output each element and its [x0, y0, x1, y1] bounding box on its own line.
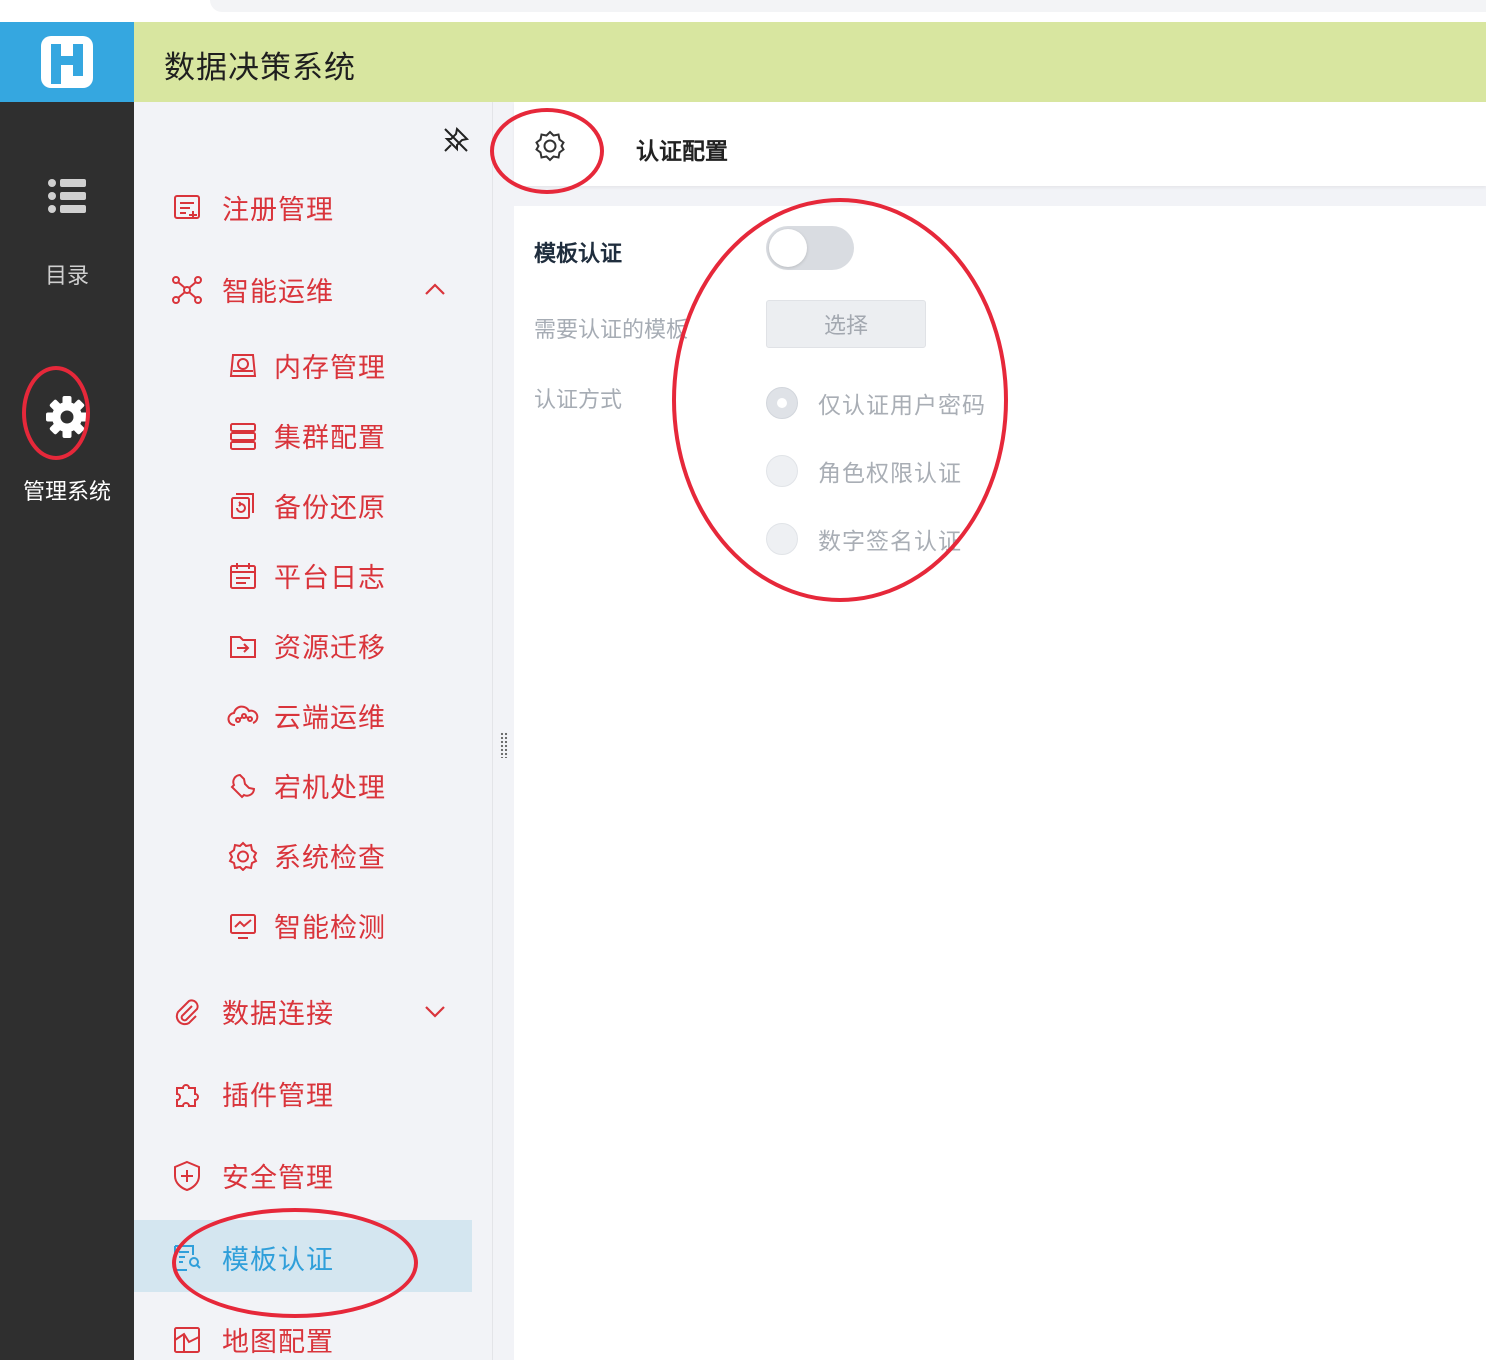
menu-subitem-log[interactable]: 平台日志 [226, 556, 386, 595]
app-title: 数据决策系统 [164, 50, 356, 86]
register-icon [170, 191, 204, 225]
template-auth-toggle[interactable] [766, 226, 854, 270]
menu-subitem-migrate[interactable]: 资源迁移 [226, 626, 386, 665]
templates-label: 需要认证的模板 [534, 318, 689, 343]
menu-subitem-label: 平台日志 [274, 563, 386, 594]
menu-subitem-memory[interactable]: 内存管理 [226, 346, 386, 385]
auth-method-label: 认证方式 [534, 388, 623, 413]
rail-item-catalog[interactable]: 目录 [0, 178, 134, 290]
list-icon [48, 179, 86, 213]
toggle-knob [769, 229, 807, 267]
map-icon [170, 1323, 204, 1357]
shield-plus-icon [170, 1159, 204, 1193]
menu-subitem-label: 内存管理 [274, 353, 386, 384]
app-logo[interactable] [0, 22, 134, 102]
menu-item-label: 模板认证 [222, 1245, 334, 1276]
menu-item-label: 地图配置 [222, 1327, 334, 1358]
radio-label: 角色权限认证 [818, 461, 962, 487]
rail-item-label: 目录 [44, 264, 89, 289]
panel-splitter[interactable] [492, 102, 514, 1360]
radio-button[interactable] [766, 455, 798, 487]
menu-item-template-auth[interactable]: 模板认证 [170, 1238, 334, 1277]
monitor-pulse-icon [226, 909, 260, 943]
menu-item-plugins[interactable]: 插件管理 [170, 1074, 334, 1113]
drag-handle-icon[interactable] [500, 732, 508, 758]
unpin-icon[interactable] [442, 126, 470, 154]
menu-subitem-downtime[interactable]: 宕机处理 [226, 766, 386, 805]
menu-subitem-cluster[interactable]: 集群配置 [226, 416, 386, 455]
chevron-up-icon[interactable] [420, 274, 450, 304]
radio-role-permission[interactable]: 角色权限认证 [766, 454, 962, 488]
radio-digital-signature[interactable]: 数字签名认证 [766, 522, 962, 556]
menu-subitem-label: 集群配置 [274, 423, 386, 454]
rail-item-label: 管理系统 [22, 480, 111, 505]
menu-item-label: 注册管理 [222, 195, 334, 226]
menu-item-label: 安全管理 [222, 1163, 334, 1194]
radio-password-only[interactable]: 仅认证用户密码 [766, 386, 986, 420]
left-rail [0, 102, 134, 1360]
menu-subitem-label: 云端运维 [274, 703, 386, 734]
memory-icon [226, 349, 260, 383]
backup-restore-icon [226, 489, 260, 523]
select-template-button[interactable]: 选择 [766, 300, 926, 348]
menu-subitem-backup[interactable]: 备份还原 [226, 486, 386, 525]
menu-item-map[interactable]: 地图配置 [170, 1320, 334, 1359]
paperclip-icon [170, 995, 204, 1029]
settings-icon [535, 130, 565, 162]
radio-button[interactable] [766, 523, 798, 555]
server-stack-icon [226, 419, 260, 453]
browser-tab [210, 0, 1486, 12]
menu-item-label: 数据连接 [222, 999, 334, 1030]
gear-outline-icon [226, 839, 260, 873]
browser-tab-strip [0, 0, 1486, 22]
content-body [514, 206, 1486, 1360]
menu-subitem-label: 系统检查 [274, 843, 386, 874]
menu-item-label: 智能运维 [222, 277, 334, 308]
cloud-ops-icon [226, 699, 260, 733]
radio-label: 数字签名认证 [818, 529, 962, 555]
template-auth-label: 模板认证 [534, 242, 623, 267]
menu-subitem-cloud-ops[interactable]: 云端运维 [226, 696, 386, 735]
radio-label: 仅认证用户密码 [818, 393, 986, 419]
menu-item-register[interactable]: 注册管理 [170, 188, 334, 227]
menu-subitem-label: 资源迁移 [274, 633, 386, 664]
menu-item-data-connection[interactable]: 数据连接 [170, 992, 334, 1031]
menu-item-smart-ops[interactable]: 智能运维 [170, 270, 334, 309]
logo-icon [41, 36, 93, 88]
page-title: 认证配置 [636, 139, 728, 165]
folder-move-icon [226, 629, 260, 663]
content-gap [514, 186, 1486, 206]
chevron-down-icon[interactable] [420, 996, 450, 1026]
menu-subitem-label: 智能检测 [274, 913, 386, 944]
rail-item-admin[interactable]: 管理系统 [0, 394, 134, 506]
gear-icon [46, 396, 88, 438]
puzzle-icon [170, 1077, 204, 1111]
menu-subitem-label: 备份还原 [274, 493, 386, 524]
menu-subitem-detect[interactable]: 智能检测 [226, 906, 386, 945]
menu-item-label: 插件管理 [222, 1081, 334, 1112]
template-auth-icon [170, 1241, 204, 1275]
menu-item-security[interactable]: 安全管理 [170, 1156, 334, 1195]
wrench-icon [226, 769, 260, 803]
menu-subitem-syscheck[interactable]: 系统检查 [226, 836, 386, 875]
calendar-log-icon [226, 559, 260, 593]
ops-network-icon [170, 273, 204, 307]
radio-button[interactable] [766, 387, 798, 419]
menu-subitem-label: 宕机处理 [274, 773, 386, 804]
